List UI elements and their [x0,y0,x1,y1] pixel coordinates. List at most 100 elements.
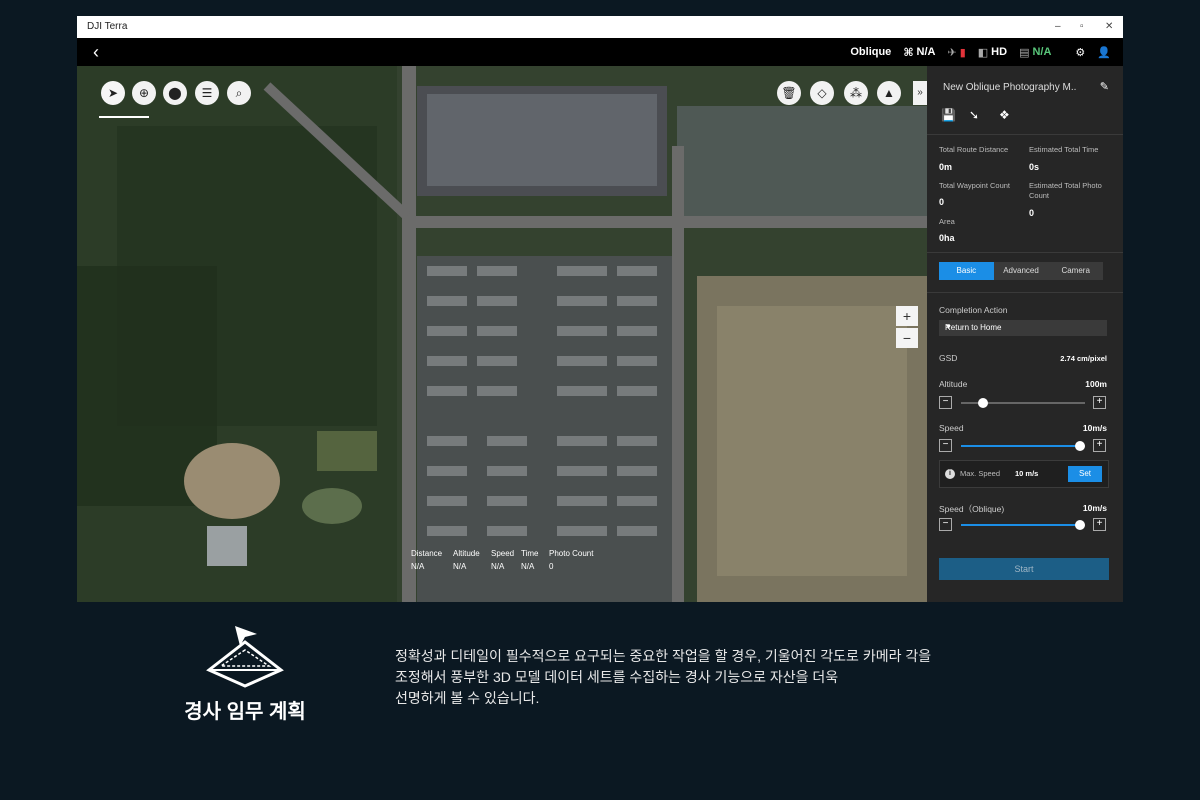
locate-icon[interactable]: ⊕ [132,81,156,105]
mission-title: New Oblique Photography M.. [943,82,1077,93]
max-speed-value: 10 m/s [1015,469,1039,478]
altitude-decrease-button[interactable]: − [939,396,952,409]
delete-icon[interactable]: 🗑 [777,81,801,105]
route-stats-overlay: Distance Altitude Speed Time Photo Count… [411,549,597,571]
map-pin-icon[interactable]: ⬤ [163,81,187,105]
divider [927,292,1123,293]
area-value: 0ha [939,233,955,243]
estimated-total-time-label: Estimated Total Time [1029,145,1099,154]
speed-decrease-button[interactable]: − [939,439,952,452]
divider [927,252,1123,253]
back-icon[interactable]: ‹ [93,42,99,62]
total-route-distance-value: 0m [939,162,953,172]
rc-icon: ✈ [947,46,957,59]
settings-tabs: Basic Advanced Camera [939,262,1104,280]
max-speed-label: Max. Speed [960,469,1001,478]
video-signal-icon: ◧ [977,46,989,59]
description-line: 조정해서 풍부한 3D 모델 데이터 세트를 수집하는 경사 기능으로 자산을 … [395,669,839,685]
battery-icon: ▤ [1019,46,1030,59]
set-max-speed-button[interactable]: Set [1068,466,1102,482]
layers-icon[interactable]: ❖ [999,108,1010,122]
start-button[interactable]: Start [939,558,1109,580]
altitude-slider-handle[interactable] [978,398,988,408]
satellite-icon: ⌘ [903,46,914,59]
chevron-down-icon: ▼ [945,324,952,331]
mission-panel: New Oblique Photography M.. ✎ 💾 ➘ ❖ Tota… [927,66,1123,602]
satellite-map[interactable]: ➤ ⊕ ⬤ ☰ ⌕ 🗑 ◇ ⁂ ▲ » + − Distance Altitud… [77,66,927,602]
altitude-value: 100m [1085,379,1107,389]
speed-label: Speed [939,423,964,433]
feature-title: 경사 임무 계획 [184,701,306,723]
active-tool-indicator [99,116,149,118]
speed-increase-button[interactable]: + [1093,439,1106,452]
altitude-increase-button[interactable]: + [1093,396,1106,409]
speed-slider-handle[interactable] [1075,441,1085,451]
description-line: 정확성과 디테일이 필수적으로 요구되는 중요한 작업을 할 경우, 기울어진 … [395,648,932,664]
window-titlebar: DJI Terra – ▫ ✕ [77,16,1123,38]
minimize-icon[interactable]: – [1055,16,1061,38]
max-speed-box: i Max. Speed 10 m/s Set [939,460,1109,488]
completion-action-select[interactable]: Return to Home ▼ [939,320,1107,336]
mode-label: Oblique [850,46,892,58]
tab-advanced[interactable]: Advanced [993,262,1049,280]
speed-value: 10m/s [1082,423,1107,433]
area-label: Area [939,217,955,226]
gps-status: ⌘ N/A [903,46,936,59]
estimated-total-photo-count-value: 0 [1029,208,1035,218]
eraser-icon[interactable]: ◇ [810,81,834,105]
import-icon[interactable]: ➘ [969,108,979,122]
speed-oblique-decrease-button[interactable]: − [939,518,952,531]
speed-oblique-slider-handle[interactable] [1075,520,1085,530]
flight-route-tool-icon[interactable]: ➤ [101,81,125,105]
zoom-in-button[interactable]: + [896,306,918,326]
speed-oblique-value: 10m/s [1082,503,1107,513]
battery-status: ▤ N/A [1019,46,1052,59]
maximize-icon[interactable]: ▫ [1080,16,1084,38]
gsd-value: 2.74 cm/pixel [1060,354,1107,363]
stat-header: Altitude [453,549,480,558]
stat-value: N/A [411,562,425,571]
stat-header: Speed [491,549,515,558]
satellite-imagery [77,66,927,602]
stat-value: N/A [521,562,535,571]
rc-signal-bars-icon: ▮ [959,46,966,59]
completion-action-label: Completion Action [939,305,1008,315]
gsd-label: GSD [939,353,958,363]
speed-oblique-increase-button[interactable]: + [1093,518,1106,531]
tab-basic[interactable]: Basic [939,262,994,280]
divider [927,134,1123,135]
altitude-label: Altitude [939,379,968,389]
status-bar: Oblique ⌘ N/A ✈ ▮ ◧ HD ▤ N/A ⚙ 👤 [850,38,1111,66]
zoom-out-button[interactable]: − [896,328,918,348]
save-icon[interactable]: 💾 [941,108,956,122]
rc-signal: ✈ ▮ [947,46,965,59]
user-icon[interactable]: 👤 [1097,46,1111,59]
collapse-panel-icon[interactable]: » [913,81,927,105]
tab-camera[interactable]: Camera [1048,262,1104,280]
search-icon[interactable]: ⌕ [227,81,251,105]
close-icon[interactable]: ✕ [1105,16,1113,38]
stat-header: Time [521,549,539,558]
speed-slider-fill [961,445,1080,447]
feature-description: 정확성과 디테일이 필수적으로 요구되는 중요한 작업을 할 경우, 기울어진 … [395,646,1095,709]
route-stats-headers: Distance Altitude Speed Time Photo Count [411,549,597,558]
edit-icon[interactable]: ✎ [1100,80,1109,93]
settings-icon[interactable]: ⚙ [1075,46,1085,59]
estimated-total-time-value: 0s [1029,162,1040,172]
estimated-total-photo-count-label: Estimated Total Photo Count [1029,181,1102,200]
description-line: 선명하게 볼 수 있습니다. [395,690,540,706]
stat-value: N/A [453,562,467,571]
stat-value: N/A [491,562,505,571]
total-route-distance-label: Total Route Distance [939,145,1009,154]
speed-oblique-label: Speed（Oblique) [939,504,1005,514]
route-stats-values: N/A N/A N/A N/A 0 [411,562,597,571]
total-waypoint-count-value: 0 [939,197,945,207]
stat-header: Photo Count [549,549,594,558]
altitude-icon[interactable]: ▲ [877,81,901,105]
waypoint-icon[interactable]: ⁂ [844,81,868,105]
stat-header: Distance [411,549,443,558]
stat-value: 0 [549,562,554,571]
top-bar: ‹ Oblique ⌘ N/A ✈ ▮ ◧ HD ▤ N/A ⚙ 👤 [77,38,1123,66]
hd-label: HD [991,46,1008,58]
list-icon[interactable]: ☰ [195,81,219,105]
